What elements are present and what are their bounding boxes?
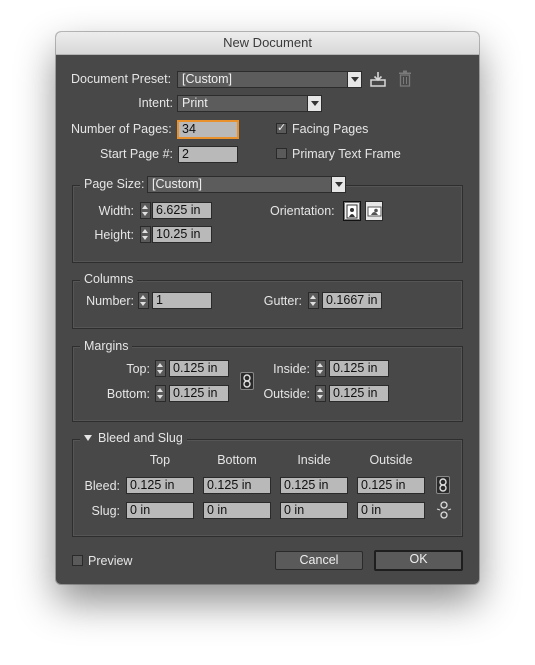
disclosure-triangle-icon — [84, 435, 92, 441]
chevron-down-icon — [347, 72, 361, 87]
margin-top-stepper[interactable] — [155, 360, 166, 377]
document-preset-value: [Custom] — [182, 72, 233, 86]
bleed-col-outside: Outside — [369, 453, 413, 467]
height-label: Height: — [94, 228, 134, 242]
slug-top-input[interactable]: 0 in — [126, 502, 194, 519]
margin-outside-input[interactable]: 0.125 in — [329, 385, 389, 402]
bleed-outside-input[interactable]: 0.125 in — [357, 477, 425, 494]
bleed-top-input[interactable]: 0.125 in — [126, 477, 194, 494]
dialog-title: New Document — [56, 32, 479, 55]
orientation-label: Orientation: — [270, 204, 335, 218]
bleed-bottom-input[interactable]: 0.125 in — [203, 477, 271, 494]
portrait-icon — [346, 204, 358, 219]
margin-outside-label: Outside: — [263, 387, 310, 401]
margin-bottom-input[interactable]: 0.125 in — [169, 385, 229, 402]
document-preset-dropdown[interactable]: [Custom] — [177, 71, 362, 88]
chevron-down-icon — [307, 96, 321, 111]
intent-dropdown[interactable]: Print — [177, 95, 322, 112]
slug-label: Slug: — [91, 504, 121, 518]
ok-button[interactable]: OK — [374, 550, 463, 571]
margin-inside-input[interactable]: 0.125 in — [329, 360, 389, 377]
margin-bottom-stepper[interactable] — [155, 385, 166, 402]
margins-title: Margins — [80, 339, 133, 353]
start-page-label: Start Page #: — [100, 147, 173, 161]
cancel-button[interactable]: Cancel — [275, 551, 363, 570]
page-size-value: [Custom] — [152, 177, 203, 191]
bleed-chain-button[interactable] — [436, 476, 450, 494]
height-stepper[interactable] — [140, 226, 151, 243]
bleed-slug-title: Bleed and Slug — [98, 431, 183, 445]
number-of-pages-label: Number of Pages: — [71, 122, 172, 136]
primary-text-frame-label: Primary Text Frame — [292, 147, 401, 161]
page-size-dropdown[interactable]: [Custom] — [147, 176, 346, 193]
intent-value: Print — [182, 96, 208, 110]
columns-number-label: Number: — [86, 294, 134, 308]
margins-group — [72, 346, 463, 422]
margin-inside-stepper[interactable] — [315, 360, 326, 377]
start-page-input[interactable]: 2 — [178, 146, 238, 163]
margin-bottom-label: Bottom: — [106, 387, 150, 401]
intent-label: Intent: — [138, 96, 173, 110]
bleed-label: Bleed: — [84, 479, 120, 493]
save-preset-icon[interactable] — [369, 70, 387, 88]
slug-bottom-input[interactable]: 0 in — [203, 502, 271, 519]
slug-outside-input[interactable]: 0 in — [357, 502, 425, 519]
margin-top-input[interactable]: 0.125 in — [169, 360, 229, 377]
chevron-down-icon — [331, 177, 345, 192]
gutter-stepper[interactable] — [308, 292, 319, 309]
columns-number-input[interactable]: 1 — [152, 292, 212, 309]
bleed-col-top: Top — [149, 453, 171, 467]
bleed-inside-input[interactable]: 0.125 in — [280, 477, 348, 494]
bleed-slug-header[interactable]: Bleed and Slug — [80, 431, 187, 445]
gutter-input[interactable]: 0.1667 in — [322, 292, 382, 309]
trash-icon[interactable] — [398, 70, 412, 87]
margin-top-label: Top: — [126, 362, 150, 376]
bleed-col-inside: Inside — [297, 453, 331, 467]
document-preset-label: Document Preset: — [71, 72, 172, 86]
height-input[interactable]: 10.25 in — [152, 226, 212, 243]
columns-title: Columns — [80, 272, 138, 286]
broken-chain-icon[interactable] — [436, 501, 452, 519]
width-input[interactable]: 6.625 in — [152, 202, 212, 219]
bleed-col-bottom: Bottom — [217, 453, 257, 467]
landscape-icon — [367, 206, 382, 217]
preview-checkbox[interactable] — [72, 555, 83, 566]
portrait-orientation-button[interactable] — [343, 201, 361, 221]
facing-pages-label: Facing Pages — [292, 122, 369, 136]
width-label: Width: — [98, 204, 134, 218]
width-stepper[interactable] — [140, 202, 151, 219]
new-document-dialog: New Document Document Preset: [Custom] I… — [56, 32, 479, 584]
page-size-group — [72, 185, 463, 263]
columns-number-stepper[interactable] — [138, 292, 149, 309]
preview-label: Preview — [88, 554, 133, 568]
margin-inside-label: Inside: — [273, 362, 310, 376]
primary-text-frame-checkbox[interactable] — [276, 148, 287, 159]
chain-link-icon — [439, 478, 447, 492]
slug-inside-input[interactable]: 0 in — [280, 502, 348, 519]
landscape-orientation-button[interactable] — [365, 201, 383, 221]
margin-outside-stepper[interactable] — [315, 385, 326, 402]
number-of-pages-input[interactable]: 34 — [178, 121, 238, 138]
page-size-label: Page Size: — [80, 177, 149, 191]
facing-pages-checkbox[interactable]: ✓ — [276, 123, 287, 134]
gutter-label: Gutter: — [263, 294, 302, 308]
